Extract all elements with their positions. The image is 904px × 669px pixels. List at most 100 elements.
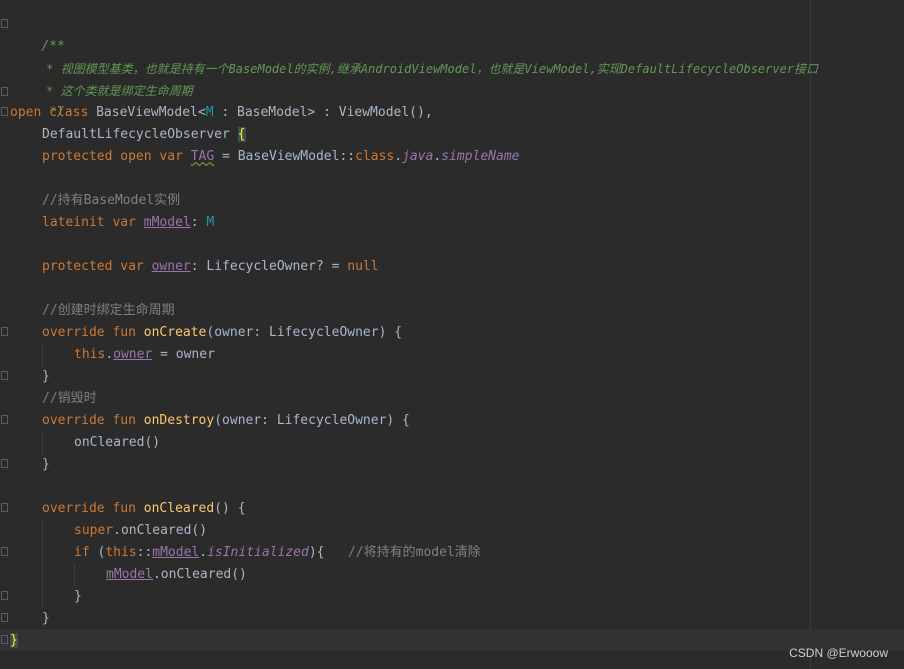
- keyword: fun: [112, 501, 136, 516]
- code-line[interactable]: }: [42, 608, 50, 630]
- property-name: mModel: [106, 567, 153, 582]
- code-line[interactable]: //创建时绑定生命周期: [42, 300, 175, 322]
- code-line[interactable]: */: [10, 80, 65, 120]
- closing-brace: }: [42, 457, 50, 472]
- function-call: .onCleared(): [113, 523, 208, 538]
- keyword: override: [42, 325, 105, 340]
- reference-operator: ::: [136, 545, 153, 560]
- keyword: fun: [112, 325, 136, 340]
- keyword: protected: [42, 149, 113, 164]
- line-comment: //将持有的model清除: [347, 545, 481, 560]
- code-line[interactable]: override fun onCleared() {: [42, 498, 246, 520]
- keyword: this: [74, 347, 106, 362]
- indent-guide: [74, 564, 75, 586]
- colon: :: [190, 215, 207, 230]
- code-line[interactable]: //销毁时: [42, 388, 97, 410]
- current-line-highlight: [0, 629, 904, 651]
- indent-guide: [42, 344, 43, 366]
- code-line[interactable]: super.onCleared(): [74, 520, 207, 542]
- type-parameter: M: [206, 215, 215, 230]
- function-name: onCleared: [143, 501, 215, 516]
- keyword: this: [105, 545, 137, 560]
- function-call: onCleared(): [74, 435, 161, 450]
- closing-brace: }: [74, 589, 82, 604]
- fold-toggle-icon[interactable]: [1, 547, 8, 556]
- type-parameter: M: [205, 105, 214, 120]
- code-line[interactable]: lateinit var mModel: M: [42, 212, 214, 234]
- code-editor[interactable]: /** * 视图模型基类，也就是持有一个BaseModel的实例,继承Andro…: [0, 0, 904, 669]
- dot: .: [105, 347, 114, 362]
- indent-guide: [42, 432, 43, 454]
- extension-property: java: [402, 149, 434, 164]
- property-name: mModel: [152, 545, 200, 560]
- matched-brace: {: [237, 127, 246, 142]
- parameters: () {: [214, 501, 246, 516]
- code-line[interactable]: protected open var TAG = BaseViewModel::…: [42, 146, 520, 168]
- code-line[interactable]: * 这个类就是绑定生命周期: [10, 58, 192, 98]
- fold-toggle-icon[interactable]: [1, 327, 8, 336]
- keyword: class: [49, 105, 89, 120]
- code-line[interactable]: protected var owner: LifecycleOwner? = n…: [42, 256, 379, 278]
- code-line[interactable]: override fun onDestroy(owner: LifecycleO…: [42, 410, 410, 432]
- closing-brace: }: [42, 369, 50, 384]
- keyword: override: [42, 501, 105, 516]
- keyword: fun: [112, 413, 136, 428]
- keyword: if: [74, 545, 90, 560]
- code-line[interactable]: }: [42, 366, 50, 388]
- line-comment: //创建时绑定生命周期: [42, 303, 175, 318]
- line-comment: //持有BaseModel实例: [42, 193, 181, 208]
- parameters: (owner: LifecycleOwner) {: [214, 413, 410, 428]
- fold-toggle-icon[interactable]: [1, 107, 8, 116]
- fold-toggle-icon[interactable]: [1, 371, 8, 380]
- paren: (: [89, 545, 106, 560]
- code-line[interactable]: }: [42, 454, 50, 476]
- code-line[interactable]: }: [74, 586, 82, 608]
- code-line[interactable]: open class BaseViewModel<M : BaseModel> …: [10, 102, 433, 124]
- dot: .: [199, 545, 208, 560]
- fold-toggle-icon[interactable]: [1, 415, 8, 424]
- keyword: lateinit: [42, 215, 105, 230]
- keyword: null: [347, 259, 379, 274]
- assignment: = owner: [152, 347, 215, 362]
- code-line[interactable]: if (this::mModel.isInitialized){ //将持有的m…: [74, 542, 481, 564]
- property-name: owner: [113, 347, 153, 362]
- code-line[interactable]: this.owner = owner: [74, 344, 215, 366]
- code-line[interactable]: /**: [10, 14, 64, 54]
- fold-toggle-icon[interactable]: [1, 591, 8, 600]
- parameters: (owner: LifecycleOwner) {: [206, 325, 403, 340]
- keyword: open: [10, 105, 42, 120]
- paren: ){: [308, 545, 348, 560]
- class-supertypes: : BaseModel> : ViewModel(),: [213, 105, 433, 120]
- function-name: onDestroy: [143, 413, 215, 428]
- line-comment: //销毁时: [42, 391, 97, 406]
- closing-brace: }: [42, 611, 50, 626]
- fold-toggle-icon[interactable]: [1, 459, 8, 468]
- keyword: var: [112, 215, 136, 230]
- fold-toggle-icon[interactable]: [1, 635, 8, 644]
- fold-toggle-icon[interactable]: [1, 87, 8, 96]
- indent-guide: [42, 520, 43, 608]
- code-line[interactable]: * 视图模型基类，也就是持有一个BaseModel的实例,继承AndroidVi…: [10, 36, 818, 76]
- right-margin-guide: [810, 0, 811, 669]
- fold-toggle-icon[interactable]: [1, 19, 8, 28]
- interface-name: DefaultLifecycleObserver: [42, 127, 238, 142]
- code-line[interactable]: override fun onCreate(owner: LifecycleOw…: [42, 322, 402, 344]
- watermark: CSDN @Erwooow: [789, 646, 888, 660]
- keyword: super: [74, 523, 114, 538]
- code-line[interactable]: onCleared(): [74, 432, 160, 454]
- keyword: var: [120, 259, 144, 274]
- code-line[interactable]: //持有BaseModel实例: [42, 190, 180, 212]
- class-name: BaseViewModel<: [96, 105, 206, 120]
- keyword: override: [42, 413, 105, 428]
- fold-toggle-icon[interactable]: [1, 503, 8, 512]
- matched-brace: }: [10, 633, 18, 648]
- property-name: mModel: [143, 215, 191, 230]
- dot: .: [394, 149, 403, 164]
- keyword: open: [120, 149, 152, 164]
- code-line[interactable]: mModel.onCleared(): [106, 564, 247, 586]
- function-call: .onCleared(): [152, 567, 247, 582]
- keyword: var: [159, 149, 183, 164]
- code-line[interactable]: }: [10, 630, 18, 652]
- fold-toggle-icon[interactable]: [1, 613, 8, 622]
- code-line[interactable]: DefaultLifecycleObserver {: [42, 124, 246, 146]
